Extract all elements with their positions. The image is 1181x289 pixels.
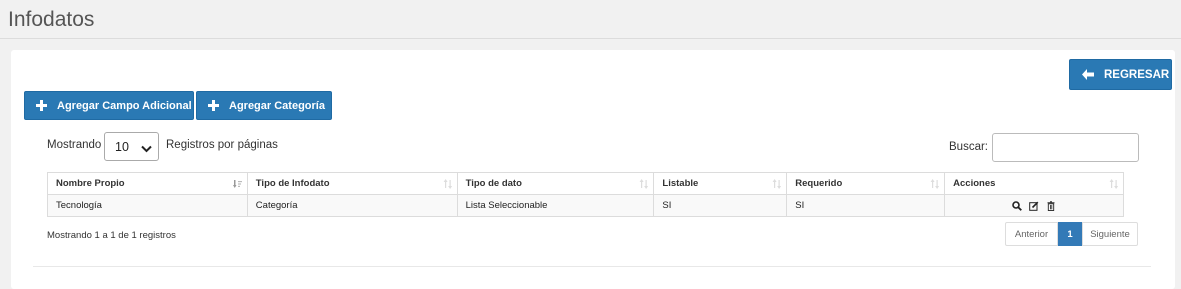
trash-icon[interactable] [1044, 199, 1058, 213]
sort-both-icon [930, 179, 940, 192]
column-header[interactable]: Nombre Propio [47, 172, 248, 195]
table-cell: Tecnología [47, 194, 248, 217]
plus-icon [36, 100, 47, 111]
plus-icon [208, 100, 219, 111]
add-category-button[interactable]: Agregar Categoría [196, 91, 332, 120]
table-header-row: Nombre Propio Tipo de Infodato Tipo de d… [47, 172, 1124, 195]
infodatos-table: Nombre Propio Tipo de Infodato Tipo de d… [47, 172, 1124, 217]
table-cell: Lista Seleccionable [456, 194, 655, 217]
pagination-previous[interactable]: Anterior [1005, 222, 1058, 246]
table-row: Tecnología Categoría Lista Seleccionable… [47, 194, 1124, 217]
pagination-next[interactable]: Siguiente [1082, 222, 1138, 246]
page-title: Infodatos [8, 8, 95, 31]
back-button-label: REGRESAR [1104, 68, 1170, 81]
sort-both-icon [1109, 179, 1119, 192]
add-field-label: Agregar Campo Adicional [57, 99, 192, 112]
pagination: Anterior 1 Siguiente [1005, 222, 1138, 246]
actions-cell [944, 194, 1124, 217]
column-header[interactable]: Requerido [786, 172, 946, 195]
table-cell: SI [786, 194, 946, 217]
edit-icon[interactable] [1027, 199, 1041, 213]
table-cell: Categoría [246, 194, 458, 217]
table-info: Mostrando 1 a 1 de 1 registros [47, 230, 176, 241]
arrow-left-icon [1082, 69, 1094, 80]
table-cell: SI [653, 194, 788, 217]
footer-divider [33, 266, 1151, 267]
add-category-label: Agregar Categoría [229, 99, 325, 112]
column-header[interactable]: Acciones [944, 172, 1124, 195]
pagination-page-current[interactable]: 1 [1058, 222, 1082, 246]
chevron-down-icon [141, 142, 152, 156]
sort-both-icon [639, 179, 649, 192]
column-header[interactable]: Tipo de dato [456, 172, 655, 195]
back-button[interactable]: REGRESAR [1069, 59, 1172, 90]
content-card: REGRESAR Agregar Campo Adicional Agregar… [11, 50, 1175, 289]
search-input[interactable] [992, 133, 1139, 162]
sort-both-icon [772, 179, 782, 192]
sort-desc-icon [232, 179, 243, 192]
search-label: Buscar: [949, 141, 988, 153]
search-icon[interactable] [1010, 199, 1024, 213]
page-length-value: 10 [115, 139, 129, 154]
length-suffix-label: Registros por páginas [166, 139, 278, 151]
add-field-button[interactable]: Agregar Campo Adicional [24, 91, 194, 120]
sort-both-icon [443, 179, 453, 192]
title-divider [0, 38, 1181, 39]
column-header[interactable]: Tipo de Infodato [246, 172, 458, 195]
column-header[interactable]: Listable [653, 172, 788, 195]
page-length-select[interactable]: 10 [104, 132, 159, 161]
length-prefix-label: Mostrando [47, 139, 102, 151]
